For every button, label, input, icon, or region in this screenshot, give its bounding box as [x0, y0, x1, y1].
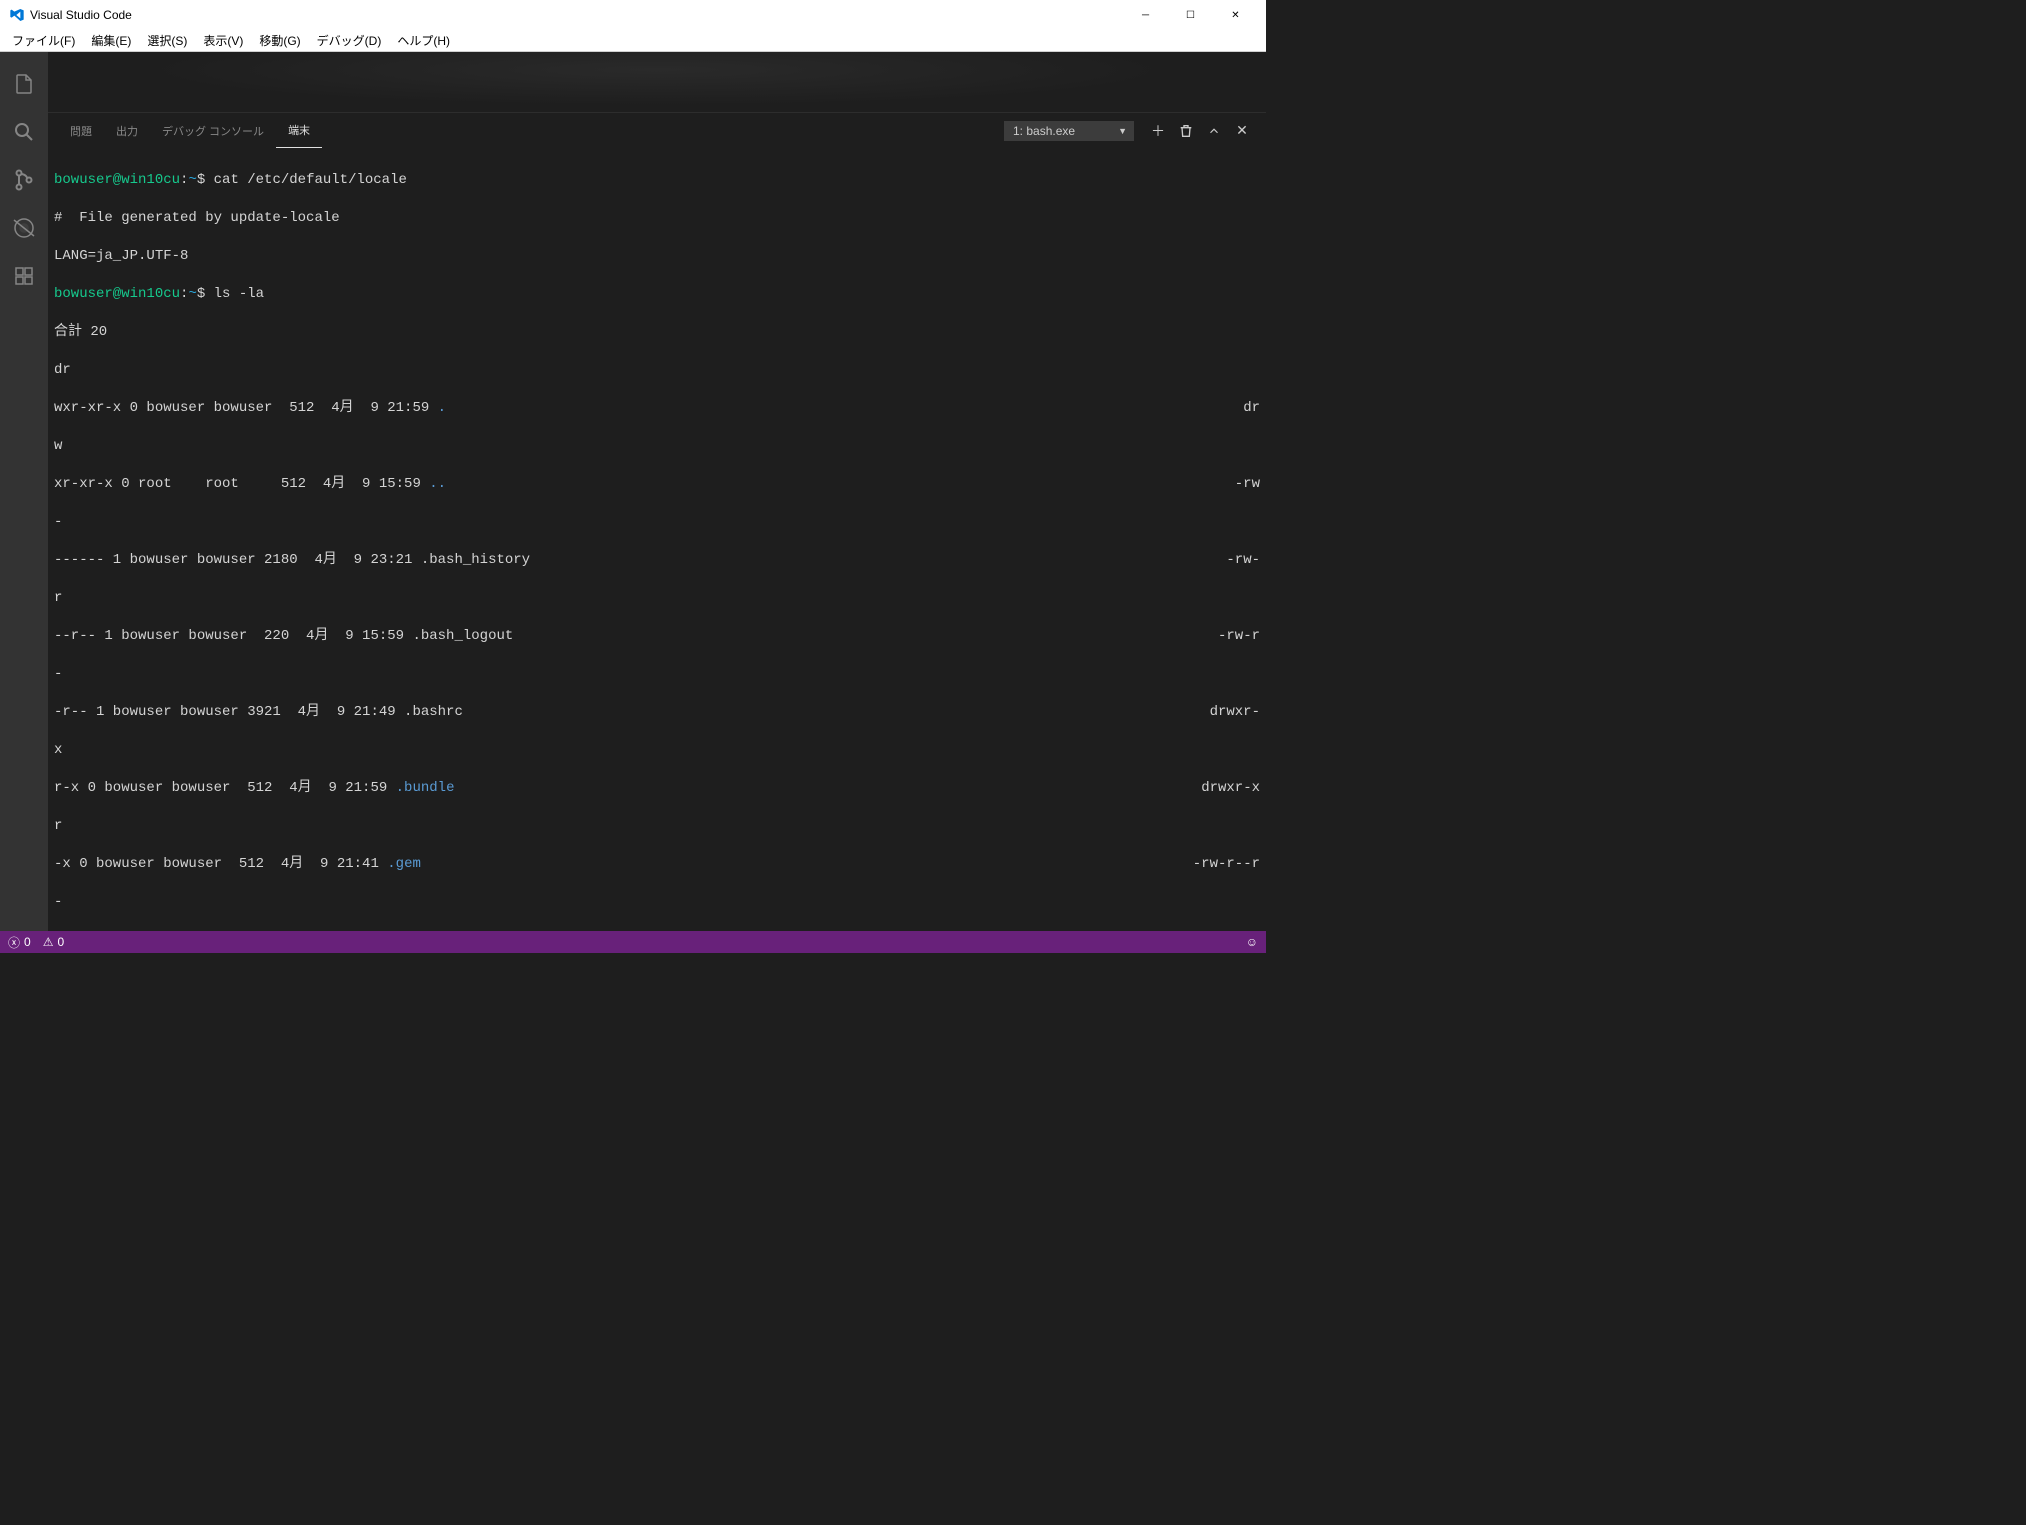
- editor-placeholder: [48, 52, 1266, 112]
- error-icon: ⓧ: [8, 934, 20, 951]
- activity-search-icon[interactable]: [0, 108, 48, 156]
- status-errors[interactable]: ⓧ 0: [8, 934, 31, 951]
- panel-tab-output[interactable]: 出力: [104, 113, 150, 148]
- warning-icon: ⚠: [43, 935, 54, 949]
- activity-scm-icon[interactable]: [0, 156, 48, 204]
- terminal-cmd: ls -la: [205, 286, 264, 302]
- prompt-user: bowuser@win10cu: [54, 172, 180, 188]
- menu-help[interactable]: ヘルプ(H): [389, 30, 458, 51]
- editor-area: 問題 出力 デバッグ コンソール 端末 1: bash.exe ＋ ✕ bowu…: [48, 52, 1266, 931]
- terminal-output: dr: [54, 361, 1260, 380]
- menu-go[interactable]: 移動(G): [251, 30, 308, 51]
- menu-selection[interactable]: 選択(S): [139, 30, 195, 51]
- maximize-button[interactable]: ☐: [1168, 0, 1213, 30]
- activity-debug-icon[interactable]: [0, 204, 48, 252]
- terminal-output: 合計 20: [54, 323, 1260, 342]
- panel-tab-terminal[interactable]: 端末: [276, 113, 322, 148]
- close-button[interactable]: ✕: [1213, 0, 1258, 30]
- window-title: Visual Studio Code: [30, 8, 1123, 22]
- new-terminal-icon[interactable]: ＋: [1144, 117, 1172, 145]
- panel-tab-problems[interactable]: 問題: [58, 113, 104, 148]
- menu-debug[interactable]: デバッグ(D): [309, 30, 390, 51]
- menu-file[interactable]: ファイル(F): [4, 30, 83, 51]
- panel-tab-debug-console[interactable]: デバッグ コンソール: [150, 113, 276, 148]
- terminal-cmd: cat /etc/default/locale: [205, 172, 407, 188]
- title-bar: Visual Studio Code ─ ☐ ✕: [0, 0, 1266, 30]
- terminal-content[interactable]: bowuser@win10cu:~$ cat /etc/default/loca…: [48, 148, 1266, 931]
- terminal-output: # File generated by update-locale: [54, 209, 1260, 228]
- status-warnings[interactable]: ⚠ 0: [43, 935, 64, 949]
- panel-tabs: 問題 出力 デバッグ コンソール 端末 1: bash.exe ＋ ✕: [48, 113, 1266, 148]
- activity-extensions-icon[interactable]: [0, 252, 48, 300]
- minimize-button[interactable]: ─: [1123, 0, 1168, 30]
- main-area: 問題 出力 デバッグ コンソール 端末 1: bash.exe ＋ ✕ bowu…: [0, 52, 1266, 931]
- kill-terminal-icon[interactable]: [1172, 117, 1200, 145]
- status-feedback-icon[interactable]: ☺: [1246, 935, 1258, 949]
- menu-view[interactable]: 表示(V): [195, 30, 251, 51]
- activity-bar: [0, 52, 48, 931]
- terminal-selector[interactable]: 1: bash.exe: [1004, 121, 1134, 141]
- menu-bar: ファイル(F) 編集(E) 選択(S) 表示(V) 移動(G) デバッグ(D) …: [0, 30, 1266, 52]
- menu-edit[interactable]: 編集(E): [83, 30, 139, 51]
- activity-explorer-icon[interactable]: [0, 60, 48, 108]
- close-panel-icon[interactable]: ✕: [1228, 117, 1256, 145]
- terminal-output: LANG=ja_JP.UTF-8: [54, 247, 1260, 266]
- maximize-panel-icon[interactable]: [1200, 117, 1228, 145]
- status-bar: ⓧ 0 ⚠ 0 ☺: [0, 931, 1266, 953]
- panel: 問題 出力 デバッグ コンソール 端末 1: bash.exe ＋ ✕ bowu…: [48, 112, 1266, 931]
- vscode-logo-icon: [8, 6, 26, 24]
